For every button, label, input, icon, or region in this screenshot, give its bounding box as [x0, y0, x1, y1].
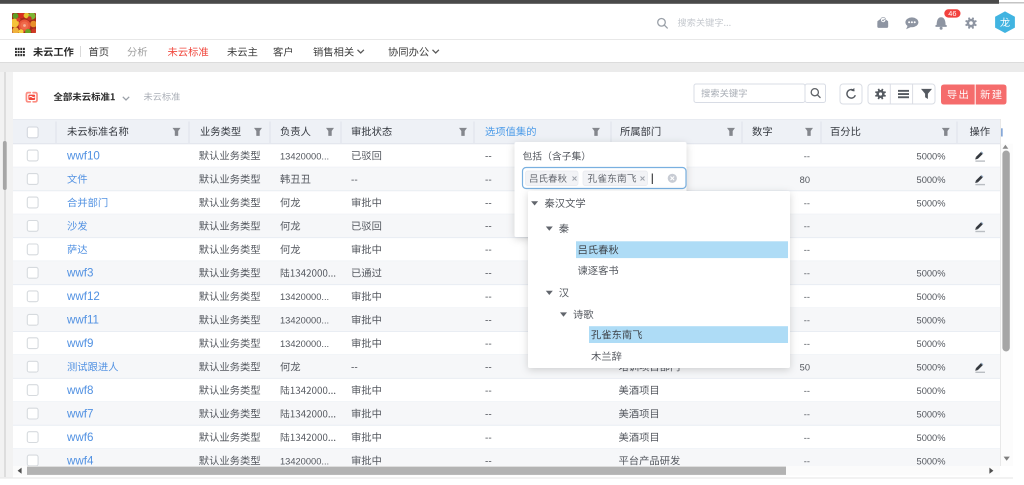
svg-text:5000%: 5000%	[917, 363, 946, 373]
svg-text:--: --	[804, 456, 810, 466]
svg-text:--: --	[804, 269, 810, 279]
svg-text:--: --	[485, 245, 492, 256]
svg-text:--: --	[804, 409, 810, 419]
svg-text:5000%: 5000%	[917, 409, 946, 419]
svg-text:--: --	[804, 198, 810, 208]
svg-text:--: --	[485, 198, 492, 209]
svg-text:--: --	[485, 363, 492, 374]
svg-text:--: --	[804, 151, 810, 161]
svg-text:wwf8: wwf8	[66, 384, 93, 397]
svg-text:--: --	[485, 433, 492, 444]
svg-text:5000%: 5000%	[917, 269, 946, 279]
svg-text:--: --	[485, 386, 492, 397]
svg-text:13420000...: 13420000...	[280, 339, 329, 349]
svg-text:5000%: 5000%	[917, 292, 946, 302]
svg-text:--: --	[351, 363, 358, 374]
svg-text:--: --	[485, 409, 492, 420]
svg-text:--: --	[351, 175, 358, 186]
svg-text:46: 46	[948, 9, 956, 18]
svg-text:wwf9: wwf9	[66, 337, 93, 350]
svg-text:--: --	[804, 222, 810, 232]
svg-text:13420000...: 13420000...	[280, 151, 329, 161]
svg-text:13420000...: 13420000...	[280, 316, 329, 326]
svg-text:5000%: 5000%	[917, 339, 946, 349]
svg-text:wwf3: wwf3	[66, 267, 93, 280]
svg-text:wwf7: wwf7	[66, 407, 93, 420]
svg-text:--: --	[485, 222, 492, 233]
svg-text:5000%: 5000%	[917, 433, 946, 443]
svg-text:--: --	[804, 339, 810, 349]
svg-text:wwf4: wwf4	[66, 454, 94, 467]
svg-text:wwf6: wwf6	[66, 431, 93, 444]
svg-text:--: --	[485, 339, 492, 350]
svg-text:5000%: 5000%	[917, 456, 946, 466]
svg-text:50: 50	[800, 363, 810, 373]
svg-text:--: --	[485, 269, 492, 280]
svg-text:--: --	[485, 175, 492, 186]
svg-text:5000%: 5000%	[917, 175, 946, 185]
svg-text:5000%: 5000%	[917, 151, 946, 161]
svg-text:13420000...: 13420000...	[280, 292, 329, 302]
svg-text:wwf11: wwf11	[66, 314, 99, 327]
svg-text:--: --	[485, 292, 492, 303]
svg-text:5000%: 5000%	[917, 198, 946, 208]
svg-text:5000%: 5000%	[917, 386, 946, 396]
svg-text:--: --	[804, 386, 810, 396]
svg-text:5000%: 5000%	[917, 316, 946, 326]
svg-text:--: --	[804, 245, 810, 255]
svg-text:13420000...: 13420000...	[280, 456, 329, 466]
svg-text:80: 80	[800, 175, 810, 185]
svg-text:--: --	[485, 151, 492, 162]
svg-text:--: --	[485, 456, 492, 467]
svg-text:--: --	[485, 316, 492, 327]
svg-text:wwf10: wwf10	[66, 149, 100, 162]
svg-text:--: --	[804, 316, 810, 326]
svg-text:wwf12: wwf12	[66, 290, 100, 303]
svg-text:--: --	[804, 292, 810, 302]
svg-text:--: --	[804, 433, 810, 443]
